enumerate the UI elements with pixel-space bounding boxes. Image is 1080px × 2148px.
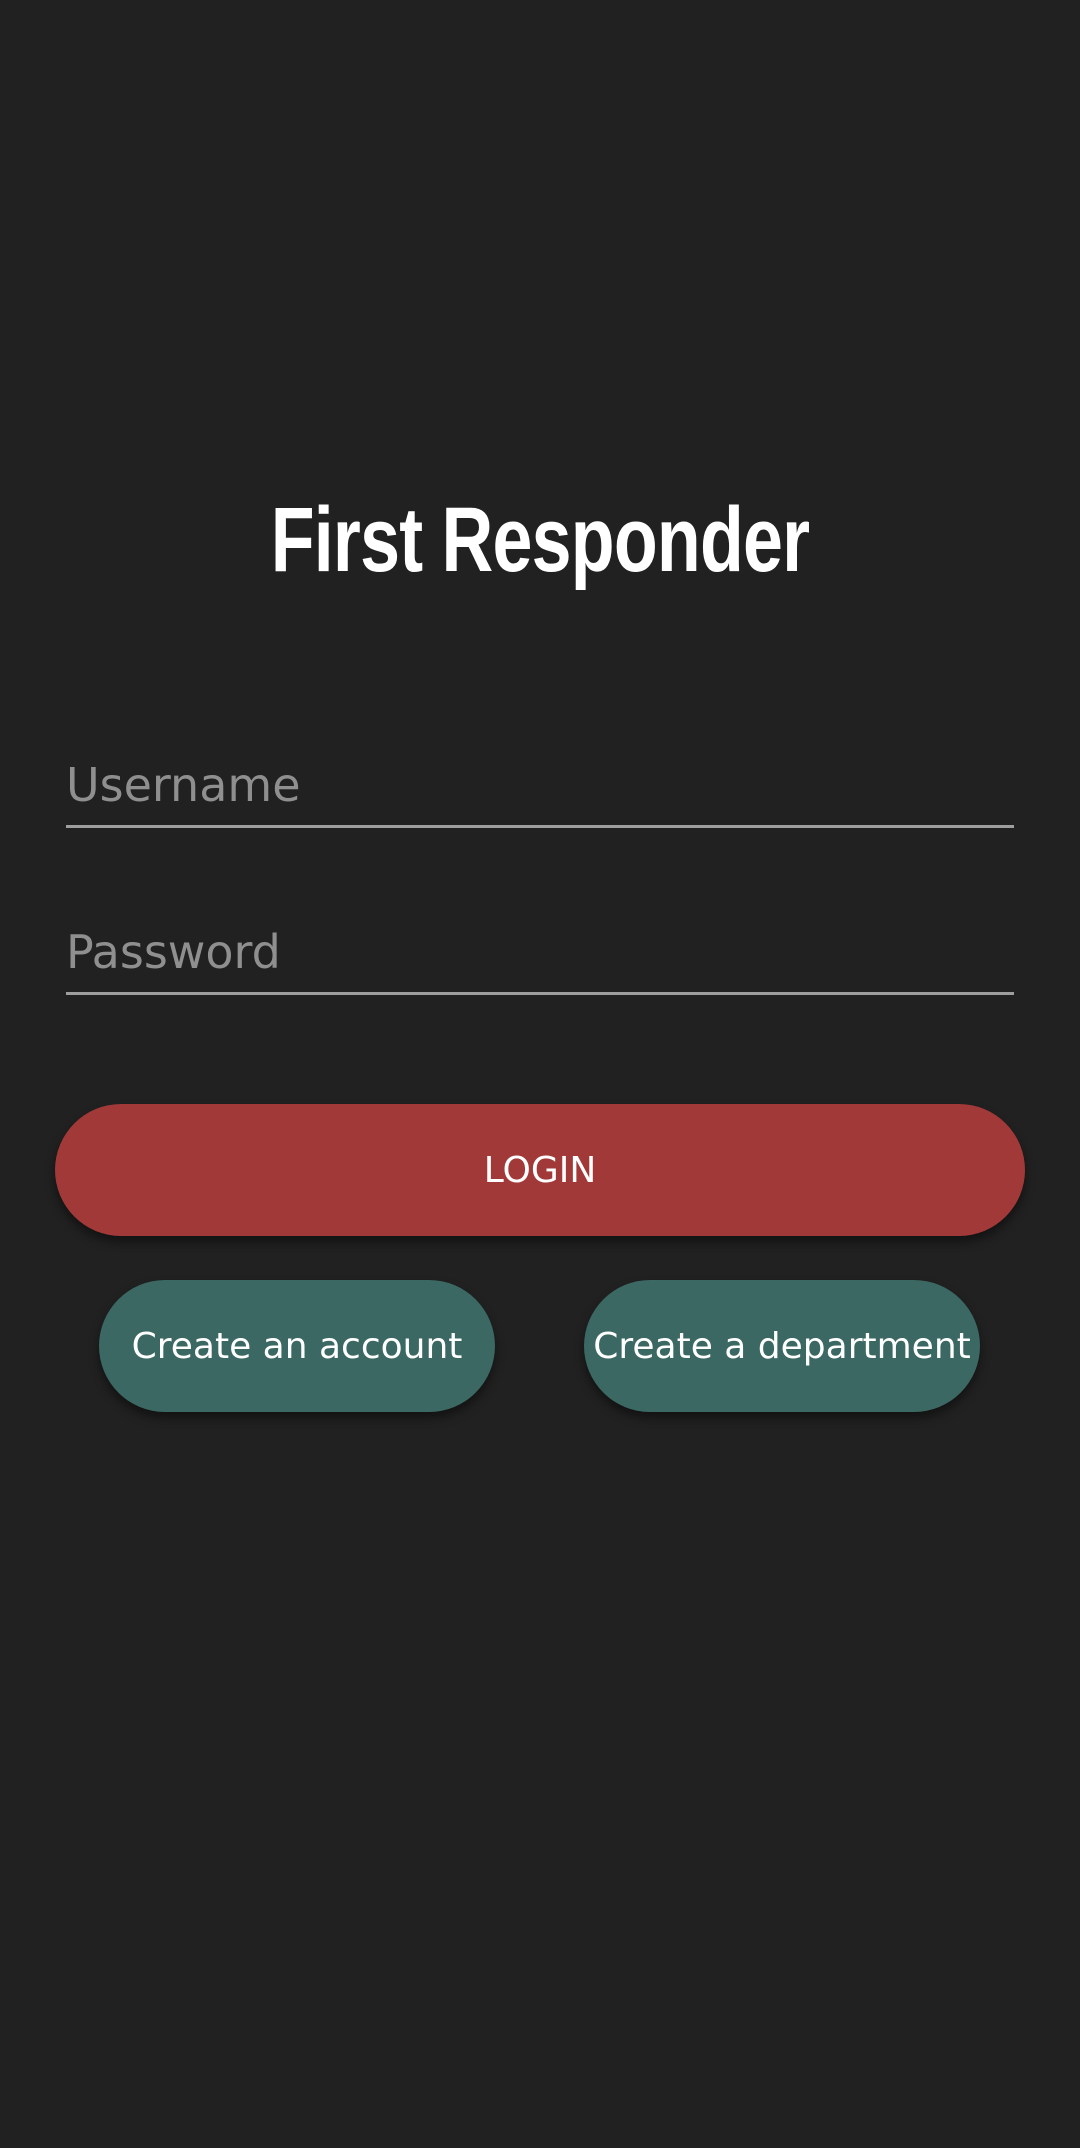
login-screen: First Responder LOGIN Create an account … [0, 0, 1080, 2148]
password-field[interactable] [66, 912, 1014, 995]
create-department-button[interactable]: Create a department [584, 1280, 980, 1412]
login-button-label: LOGIN [483, 1149, 597, 1191]
create-account-button[interactable]: Create an account [99, 1280, 495, 1412]
login-button[interactable]: LOGIN [55, 1104, 1025, 1236]
username-input[interactable] [66, 745, 1014, 825]
password-input[interactable] [66, 912, 1014, 992]
create-account-label: Create an account [131, 1325, 463, 1367]
app-title: First Responder [270, 489, 810, 591]
create-department-label: Create a department [593, 1325, 971, 1367]
username-field[interactable] [66, 745, 1014, 828]
